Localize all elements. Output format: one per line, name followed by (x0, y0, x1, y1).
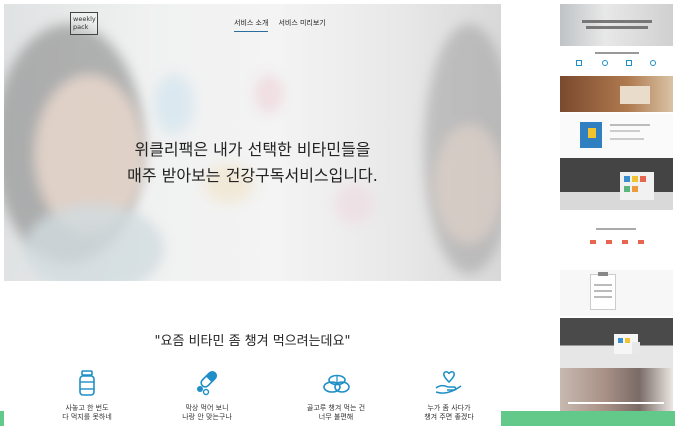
heart-hand-icon (435, 371, 462, 394)
top-nav: 서비스 소개 서비스 미리보기 (234, 18, 326, 32)
feature-line2: 챙겨 주면 좋겠다 (424, 413, 474, 421)
feature-list: 사놓고 한 번도 다 먹지를 못하네 막상 먹어 보니 나랑 안 맞는구나 골고… (4, 370, 501, 426)
feature-line1: 누가 좀 사다가 (427, 404, 471, 412)
hero-line1: 위클리팩은 내가 선택한 비타민들을 (134, 140, 371, 159)
main-preview: weekly pack 서비스 소개 서비스 미리보기 위클리팩은 내가 선택한… (4, 4, 501, 426)
thumbnail-footer[interactable] (560, 368, 673, 411)
pills-pile-icon (323, 374, 350, 393)
nav-service-preview[interactable]: 서비스 미리보기 (278, 18, 325, 32)
feature-line2: 너무 불편해 (318, 413, 354, 421)
feature-line2: 다 먹지를 못하네 (62, 413, 112, 421)
green-bar (501, 411, 675, 426)
thumbnail-features[interactable] (560, 46, 673, 76)
thumbnail-brown[interactable] (560, 76, 673, 112)
page-thumbnail-strip (560, 4, 673, 411)
green-bar (0, 411, 4, 426)
logo-line1: weekly (73, 15, 96, 23)
thumbnail-dark-product[interactable] (560, 318, 673, 368)
feature-line1: 막상 먹어 보니 (185, 404, 229, 412)
thumbnail-steps[interactable] (560, 214, 673, 266)
feature-item: 사놓고 한 번도 다 먹지를 못하네 (27, 370, 147, 422)
hero-headline: 위클리팩은 내가 선택한 비타민들을 매주 받아보는 건강구독서비스입니다. (4, 137, 501, 189)
feature-item: 골고루 챙겨 먹는 건 너무 불편해 (276, 370, 396, 422)
feature-item: 누가 좀 사다가 챙겨 주면 좋겠다 (389, 370, 509, 422)
feature-line1: 골고루 챙겨 먹는 건 (306, 404, 366, 412)
feature-line1: 사놓고 한 번도 (65, 404, 109, 412)
feature-item: 막상 먹어 보니 나랑 안 맞는구나 (147, 370, 267, 422)
hero-line2: 매주 받아보는 건강구독서비스입니다. (127, 166, 378, 185)
thumbnail-dark[interactable] (560, 158, 673, 210)
logo-line2: pack (73, 23, 89, 31)
feature-line2: 나랑 안 맞는구나 (182, 413, 232, 421)
capsule-pills-icon (197, 370, 218, 396)
hero-banner: weekly pack 서비스 소개 서비스 미리보기 위클리팩은 내가 선택한… (4, 4, 501, 281)
thumbnail-hero[interactable] (560, 4, 673, 46)
thumbnail-product[interactable] (560, 114, 673, 158)
page: weekly pack 서비스 소개 서비스 미리보기 위클리팩은 내가 선택한… (0, 0, 675, 426)
pill-bottle-icon (79, 370, 95, 396)
section-quote: "요즘 비타민 좀 챙겨 먹으려는데요" (154, 334, 351, 349)
weekly-pack-logo[interactable]: weekly pack (70, 12, 98, 35)
thumbnail-clipboard[interactable] (560, 270, 673, 316)
nav-service-intro[interactable]: 서비스 소개 (234, 18, 269, 32)
